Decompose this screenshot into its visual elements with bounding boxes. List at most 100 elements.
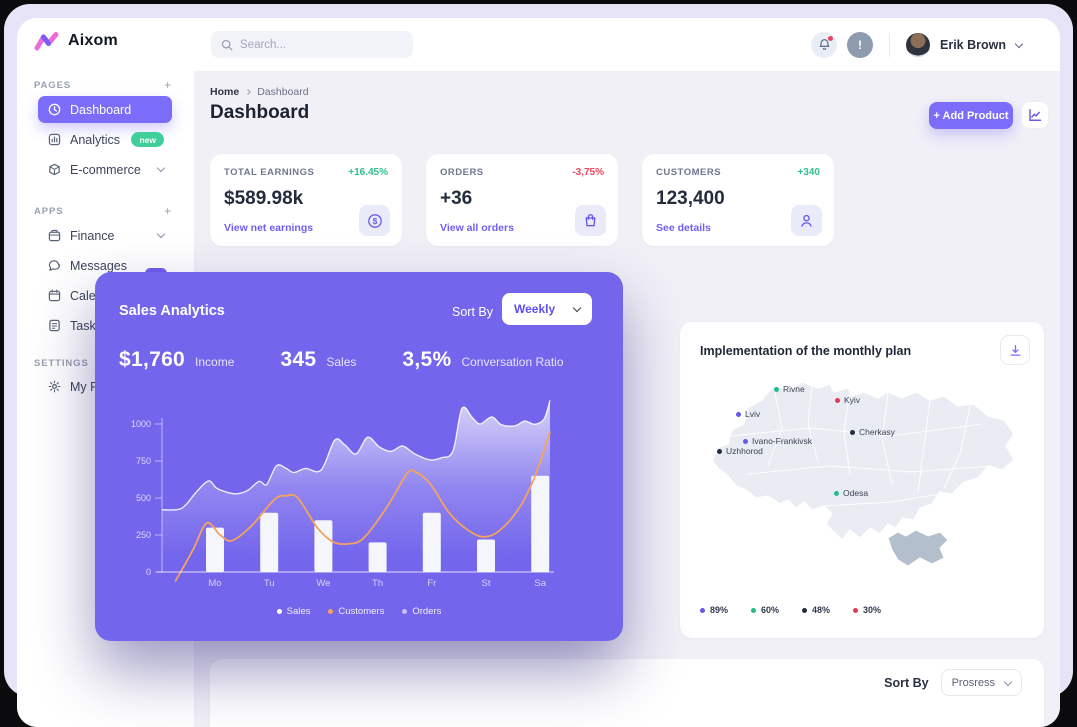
breadcrumb-separator-icon xyxy=(245,89,251,95)
income-value: $1,760 xyxy=(119,348,185,372)
bottom-sort-control: Sort By Prosress xyxy=(884,669,1022,696)
map-city-marker: Uzhhorod xyxy=(717,446,763,456)
map-city-marker: Odesa xyxy=(834,488,868,498)
avatar[interactable] xyxy=(906,33,930,57)
section-pages: PAGES + xyxy=(34,78,172,92)
svg-text:Fr: Fr xyxy=(427,578,436,589)
chevron-down-icon xyxy=(1004,677,1012,685)
breadcrumb: Home Dashboard xyxy=(210,86,309,98)
svg-text:We: We xyxy=(316,578,330,589)
download-button[interactable] xyxy=(1000,335,1030,365)
section-apps: APPS + xyxy=(34,204,172,218)
delta-badge: +340 xyxy=(797,167,820,178)
brand-name: Aixom xyxy=(68,32,118,50)
clock-icon xyxy=(48,103,61,116)
map-legend-item: 60% xyxy=(751,605,779,615)
svg-text:Tu: Tu xyxy=(264,578,275,589)
window-frame: Aixom PAGES + Dashboard Analytics new E-… xyxy=(4,4,1073,697)
crimea-region xyxy=(888,530,948,566)
logo-mark-icon xyxy=(34,31,60,51)
svg-text:St: St xyxy=(482,578,491,589)
sales-analytics-modal: Sales Analytics Sort By Weekly $1,760 In… xyxy=(95,272,623,641)
map-city-marker: Kyiv xyxy=(835,395,860,405)
chart-view-button[interactable] xyxy=(1021,101,1049,129)
bottom-panel: Sort By Prosress xyxy=(210,659,1044,727)
page-title: Dashboard xyxy=(210,102,309,124)
sidebar-item-finance[interactable]: Finance xyxy=(38,222,172,249)
user-icon xyxy=(791,205,822,236)
svg-text:Mo: Mo xyxy=(208,578,221,589)
progress-sort-select[interactable]: Prosress xyxy=(941,669,1022,696)
sales-chart: 10007505002500MoTuWeThFrStSa xyxy=(107,398,607,598)
add-product-button[interactable]: + Add Product xyxy=(929,102,1013,129)
wallet-icon xyxy=(48,229,61,242)
map-legend-item: 48% xyxy=(802,605,830,615)
new-badge: new xyxy=(131,132,164,147)
topbar: ! Erik Brown xyxy=(194,18,1060,71)
sidebar-item-dashboard[interactable]: Dashboard xyxy=(38,96,172,123)
sidebar-item-analytics[interactable]: Analytics new xyxy=(38,126,172,153)
breadcrumb-home[interactable]: Home xyxy=(210,86,239,98)
stat-card-total-earnings: TOTAL EARNINGS +16.45% $589.98k View net… xyxy=(210,154,402,246)
monthly-plan-title: Implementation of the monthly plan xyxy=(700,344,911,358)
view-net-earnings-link[interactable]: View net earnings xyxy=(224,222,313,234)
alerts-button[interactable]: ! xyxy=(847,32,873,58)
view-all-orders-link[interactable]: View all orders xyxy=(440,222,514,234)
delta-badge: -3,75% xyxy=(572,167,604,178)
package-icon xyxy=(48,163,61,176)
line-chart-icon xyxy=(1028,108,1042,122)
svg-text:Sa: Sa xyxy=(534,578,546,589)
search-icon xyxy=(221,39,233,51)
map-city-marker: Lviv xyxy=(736,409,760,419)
search-bar[interactable] xyxy=(211,31,413,58)
see-details-link[interactable]: See details xyxy=(656,222,711,234)
legend-item: Orders xyxy=(402,606,441,617)
notifications-button[interactable] xyxy=(811,32,837,58)
map-legend: 89% 60% 48% 30% xyxy=(700,605,881,615)
delta-badge: +16.45% xyxy=(348,167,388,178)
add-app-icon[interactable]: + xyxy=(164,204,172,218)
chevron-down-icon xyxy=(157,230,165,238)
svg-text:Th: Th xyxy=(372,578,383,589)
bag-icon xyxy=(575,205,606,236)
conversion-label: Conversation Ratio xyxy=(461,355,563,369)
download-icon xyxy=(1009,344,1022,357)
legend-item: Customers xyxy=(328,606,384,617)
sales-analytics-title: Sales Analytics xyxy=(119,303,225,319)
weekly-sort-select[interactable]: Weekly xyxy=(502,293,592,325)
svg-text:1000: 1000 xyxy=(131,419,151,429)
monthly-plan-card: Implementation of the monthly plan xyxy=(680,322,1044,638)
sort-by-label: Sort By xyxy=(884,676,928,690)
sales-value: 345 xyxy=(280,348,316,372)
ukraine-map: RivneKyivLvivCherkasyIvano-FrankivskUzhh… xyxy=(692,366,1032,586)
stat-card-customers: CUSTOMERS +340 123,400 See details xyxy=(642,154,834,246)
chevron-down-icon xyxy=(573,304,581,312)
breadcrumb-current: Dashboard xyxy=(257,86,308,98)
sidebar-item-ecommerce[interactable]: E-commerce xyxy=(38,156,172,183)
map-legend-item: 89% xyxy=(700,605,728,615)
chevron-down-icon xyxy=(157,164,165,172)
notification-dot xyxy=(827,35,834,42)
chart-layers: 10007505002500MoTuWeThFrStSa xyxy=(131,400,554,589)
topbar-divider xyxy=(889,33,890,57)
income-label: Income xyxy=(195,355,234,369)
sales-label: Sales xyxy=(326,355,356,369)
legend-item: Sales xyxy=(277,606,311,617)
gear-icon xyxy=(48,380,61,393)
map-legend-item: 30% xyxy=(853,605,881,615)
topbar-right: ! Erik Brown xyxy=(811,32,1022,58)
svg-text:500: 500 xyxy=(136,493,151,503)
brand-logo: Aixom xyxy=(34,31,118,51)
profile-chevron-icon[interactable] xyxy=(1015,39,1023,47)
search-input[interactable] xyxy=(240,39,390,51)
svg-text:250: 250 xyxy=(136,530,151,540)
dollar-icon: $ xyxy=(359,205,390,236)
stat-cards-row: TOTAL EARNINGS +16.45% $589.98k View net… xyxy=(210,154,834,246)
chat-icon xyxy=(48,259,61,272)
app-window: Aixom PAGES + Dashboard Analytics new E-… xyxy=(17,18,1060,727)
svg-text:$: $ xyxy=(372,216,377,226)
map-city-marker: Rivne xyxy=(774,384,805,394)
ukraine-map-shape xyxy=(692,366,1032,586)
add-page-icon[interactable]: + xyxy=(164,78,172,92)
tasks-icon xyxy=(48,319,61,332)
